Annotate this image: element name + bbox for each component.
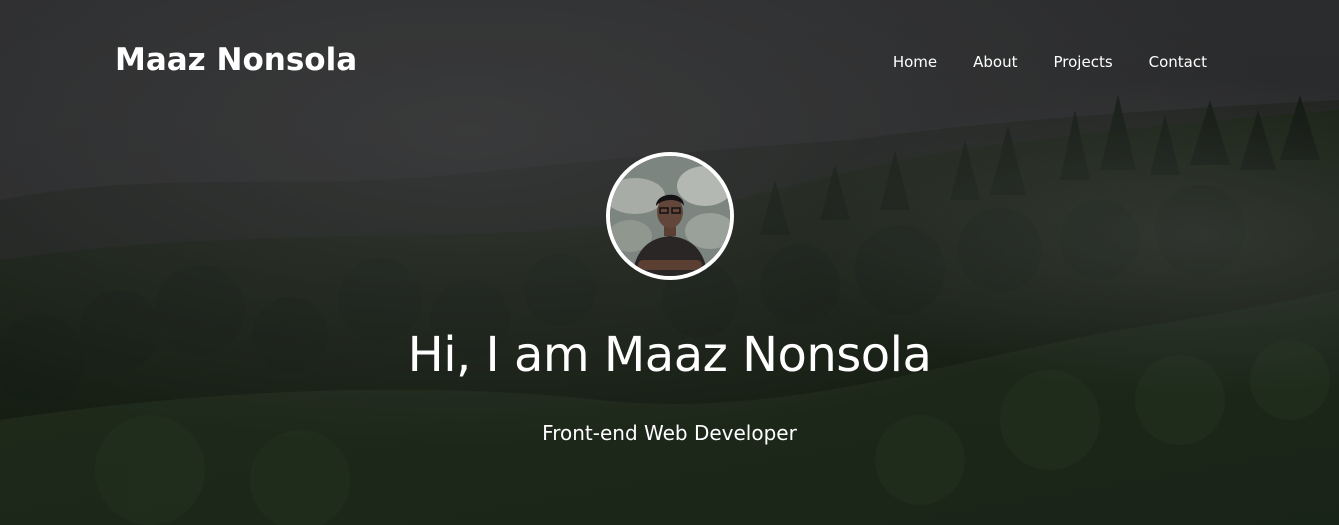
- brand-logo-link[interactable]: Maaz Nonsola: [115, 42, 357, 78]
- nav-link-home[interactable]: Home: [893, 53, 937, 71]
- profile-avatar: [606, 152, 734, 280]
- top-navbar: Maaz Nonsola Home About Projects Contact: [0, 0, 1339, 125]
- nav-link-projects[interactable]: Projects: [1054, 53, 1113, 71]
- hero-headline: Hi, I am Maaz Nonsola: [407, 327, 932, 383]
- nav-menu: Home About Projects Contact: [893, 53, 1207, 71]
- profile-photo: [610, 156, 730, 276]
- hero-section: Maaz Nonsola Home About Projects Contact: [0, 0, 1339, 525]
- hero-subtitle: Front-end Web Developer: [542, 421, 797, 445]
- nav-link-contact[interactable]: Contact: [1149, 53, 1207, 71]
- nav-link-about[interactable]: About: [973, 53, 1017, 71]
